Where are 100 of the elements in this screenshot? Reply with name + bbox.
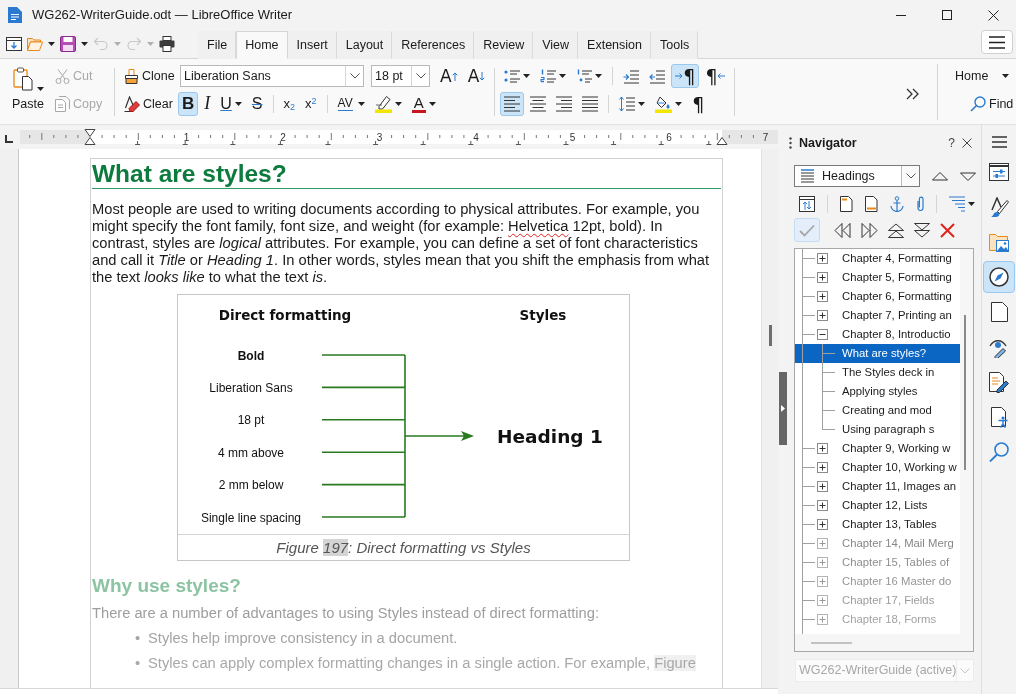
- caret-icon: [36, 87, 44, 91]
- tree-item[interactable]: Chapter 8, Introductio: [842, 325, 960, 344]
- minimize-icon: [896, 14, 906, 16]
- diagram-label: 2 mm below: [218, 478, 284, 493]
- italic-button[interactable]: I: [200, 92, 215, 116]
- ribbon-tab[interactable]: Home: [236, 31, 288, 59]
- sidebar-collapse-handle[interactable]: [779, 372, 787, 445]
- formatting-marks-button[interactable]: ¶: [688, 92, 709, 116]
- compass-icon: [989, 267, 1009, 287]
- align-left-button[interactable]: [500, 92, 525, 116]
- diagram-label: Bold: [237, 348, 265, 363]
- ribbon-tab[interactable]: References: [392, 31, 475, 59]
- tree-item[interactable]: Chapter 10, Working w: [842, 458, 960, 477]
- shrink-font-button[interactable]: A: [463, 64, 490, 88]
- double-chevron-icon: [906, 88, 919, 100]
- character-spacing-button[interactable]: AV: [333, 92, 369, 116]
- ribbon-tab[interactable]: Layout: [336, 31, 393, 59]
- anchor-icon: [890, 196, 904, 212]
- caret-icon: [1002, 74, 1010, 78]
- ribbon-tab[interactable]: File: [198, 31, 237, 59]
- caret-icon: [357, 102, 365, 106]
- find-button[interactable]: Find: [966, 92, 1016, 116]
- grip-icon: [789, 137, 792, 149]
- tree-item[interactable]: Chapter 11, Images an: [842, 477, 960, 496]
- paint-bucket-icon: [655, 95, 673, 113]
- tree-item[interactable]: Chapter 4, Formatting: [842, 249, 960, 268]
- ribbon-tab[interactable]: Extension: [578, 31, 651, 59]
- tree-item[interactable]: Chapter 7, Printing an: [842, 306, 960, 325]
- left-to-right-button[interactable]: ¶: [671, 64, 700, 88]
- left-arrow-icon: [717, 73, 726, 79]
- paste-button[interactable]: Paste: [5, 64, 51, 118]
- folder-picture-icon: [989, 232, 1009, 252]
- scrollbar-thumb[interactable]: [811, 642, 852, 644]
- underline-button[interactable]: U: [216, 92, 246, 116]
- indent-marker-icon[interactable]: [84, 129, 96, 145]
- undo-arrow-icon: [93, 37, 109, 51]
- plus-box-icon[interactable]: [817, 500, 828, 511]
- down-triangle-icon: [960, 171, 976, 181]
- tree-item[interactable]: Chapter 14, Mail Merg: [842, 534, 960, 553]
- ribbon-tab[interactable]: Review: [474, 31, 534, 59]
- plus-box-icon[interactable]: [817, 443, 828, 454]
- chevron-down-icon: [349, 73, 360, 79]
- lines-icon: [801, 169, 814, 183]
- plus-box-icon[interactable]: [817, 462, 828, 473]
- right-to-left-button[interactable]: ¶: [701, 64, 730, 88]
- up-triangle-icon: [932, 171, 948, 181]
- tree-item[interactable]: Chapter 6, Formatting: [842, 287, 960, 306]
- indent-marker-icon[interactable]: [716, 137, 728, 145]
- line-spacing-icon: [619, 96, 636, 112]
- caret-icon: [595, 74, 603, 78]
- list-item-text: Styles can apply complex formatting changes in a single action. For example, Figure: [148, 655, 696, 671]
- ribbon-tab[interactable]: Tools: [651, 31, 699, 59]
- plus-box-icon[interactable]: [817, 310, 828, 321]
- bold-button[interactable]: B: [178, 92, 199, 116]
- search-icon: [970, 96, 986, 112]
- content-type-combobox[interactable]: Headings: [794, 165, 920, 187]
- clear-button[interactable]: Clear: [120, 92, 176, 116]
- help-button[interactable]: ?: [945, 135, 958, 151]
- justify-icon: [582, 96, 599, 112]
- minus-box-icon[interactable]: [817, 329, 828, 340]
- tree-item[interactable]: Chapter 12, Lists: [842, 496, 960, 515]
- plus-box-icon[interactable]: [817, 291, 828, 302]
- ribbon-tab[interactable]: Insert: [287, 31, 337, 59]
- plus-box-icon[interactable]: [817, 481, 828, 492]
- tree-item[interactable]: What are styles?: [795, 344, 960, 363]
- navigator-tab[interactable]: [983, 261, 1015, 293]
- folder-icon: [27, 36, 43, 52]
- tree-item[interactable]: Chapter 13, Tables: [842, 515, 960, 534]
- tree-item[interactable]: Chapter 9, Working w: [842, 439, 960, 458]
- ruler-number: 6: [666, 131, 672, 143]
- tab-menu-button[interactable]: Home: [950, 64, 1016, 88]
- menu-button[interactable]: [981, 30, 1013, 54]
- tree-item[interactable]: Chapter 5, Formatting: [842, 268, 960, 287]
- ruler-number: 4: [473, 131, 479, 143]
- clone-button[interactable]: Clone: [120, 64, 176, 88]
- double-left-triangle-icon: [834, 222, 851, 238]
- document-pen-icon: [989, 371, 1009, 393]
- double-down-triangle-icon: [914, 222, 930, 238]
- grow-font-button[interactable]: A: [436, 64, 462, 88]
- font-color-button[interactable]: A: [407, 92, 440, 116]
- font-size-combobox[interactable]: 18 pt: [371, 65, 430, 87]
- caret-icon: [638, 102, 646, 106]
- superscript-button[interactable]: x$^{2}$: [301, 92, 321, 116]
- scrollbar-thumb[interactable]: [769, 325, 772, 346]
- document-icon: [8, 7, 22, 23]
- align-left-icon: [504, 96, 521, 112]
- plus-box-icon[interactable]: [817, 272, 828, 283]
- list-item-text: Styles help improve consistency in a document.: [148, 630, 458, 646]
- maximize-icon: [942, 10, 952, 20]
- plus-box-icon[interactable]: [817, 519, 828, 530]
- window-title: WG262-WriterGuide.odt — LibreOffice Writer: [32, 7, 293, 23]
- scrollbar-thumb[interactable]: [964, 315, 966, 470]
- plus-box-icon[interactable]: [817, 253, 828, 264]
- double-up-triangle-icon: [888, 222, 904, 238]
- diagram-result: Heading 1: [497, 426, 603, 447]
- diagram-label: 18 pt: [237, 413, 265, 428]
- font-name-combobox[interactable]: Liberation Sans: [180, 65, 364, 87]
- ribbon-tab[interactable]: View: [533, 31, 579, 59]
- subscript-button[interactable]: x$_{2}$: [279, 92, 300, 116]
- scissors-icon: [55, 68, 70, 84]
